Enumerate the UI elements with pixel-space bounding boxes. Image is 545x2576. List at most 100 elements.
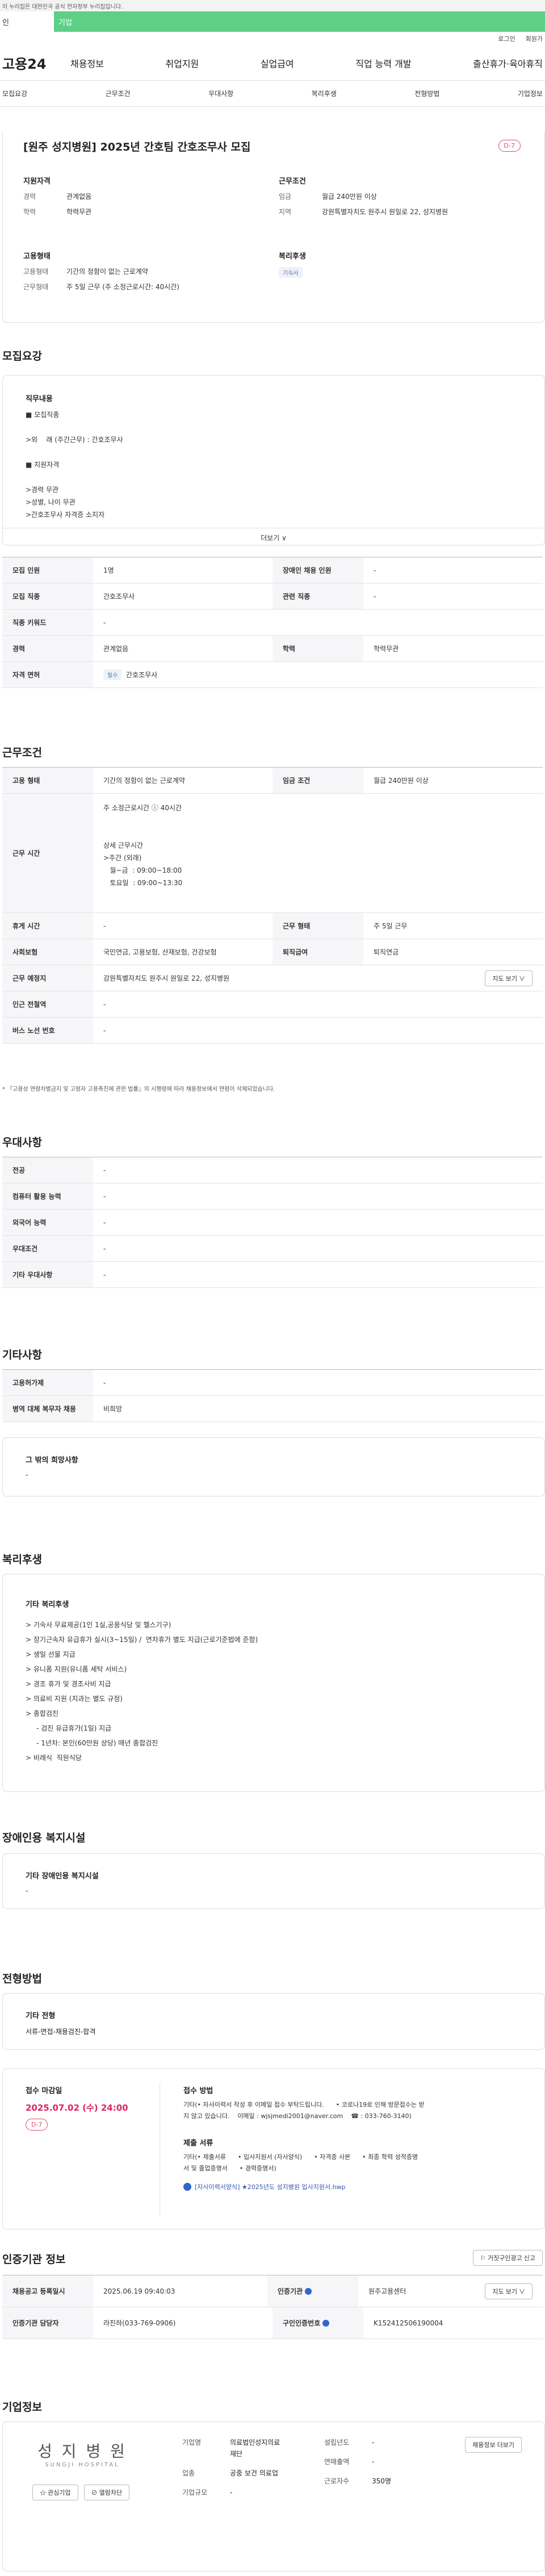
table-row: 고용 형태 기간의 정함이 없는 근로계약 임금 조건 월급 240만원 이상: [2, 768, 543, 794]
company-tab[interactable]: 기업: [54, 11, 545, 32]
company-info-value: -: [372, 2439, 375, 2446]
block-view-button[interactable]: ⊘ 열람차단: [83, 2485, 130, 2500]
select-section-title: 전형방법: [2, 1973, 42, 1985]
company-info-row: 기업명 의료법인성지의료 재단: [182, 2437, 280, 2460]
gnb-jobs[interactable]: 채용정보: [70, 56, 104, 70]
org-value: 원주고용센터: [368, 2287, 406, 2295]
company-info-label: 기업명: [182, 2439, 202, 2446]
table-row: 모집 직종 간호조무사 관련 직종 -: [2, 583, 543, 610]
report-fake-ad-button[interactable]: ⚐ 거짓구인광고 신고: [473, 2250, 543, 2266]
company-info-value: -: [372, 2458, 375, 2466]
emp-shift-label: 근무형태: [23, 283, 49, 291]
work-table: 고용 형태 기간의 정함이 없는 근로계약 임금 조건 월급 240만원 이상 근무…: [2, 767, 543, 1044]
row-value: 2025.06.19 09:40:03: [103, 2287, 175, 2295]
row-label: 관련 직종: [272, 583, 363, 609]
row-label: 채용공고 등록일시: [2, 2275, 93, 2307]
select-sub-title: 기타 전형: [26, 2012, 56, 2020]
cond-wage: 임금 월급 240만원 이상: [279, 191, 529, 201]
table-row: 버스 노선 번호 -: [2, 1018, 543, 1044]
row-value: -: [103, 1378, 106, 1387]
company-info-value: 공중 보건 의료업: [230, 2469, 278, 2477]
cond-region-label: 지역: [279, 208, 292, 216]
row-label: 인근 전철역: [2, 991, 93, 1017]
row-label: 고용 형태: [2, 768, 93, 793]
company-info-label: 근로자수: [324, 2477, 350, 2485]
disabled-value: -: [26, 1887, 28, 1895]
row-label: 모집 직종: [2, 583, 93, 609]
row-value: 비희망: [103, 1405, 123, 1413]
emp-type-value: 기간의 정함이 없는 근로계약: [66, 268, 148, 276]
company-logo-en: SUNGJI HOSPITAL: [45, 2462, 120, 2468]
row-label: 경력: [2, 636, 93, 661]
row-label: 기타 우대사항: [2, 1262, 93, 1287]
row-value: 월급 240만원 이상: [374, 777, 429, 785]
qual-edu-label: 학력: [23, 208, 36, 216]
company-info-value: 350명: [372, 2477, 391, 2485]
section-tabs: 모집요강 근무조건 우대사항 복리후생 전형방법 기업정보: [0, 81, 545, 107]
row-value: -: [374, 592, 376, 601]
deadline-value: 2025.07.02 (수) 24:00: [26, 2103, 128, 2113]
personal-tab[interactable]: 인: [0, 11, 54, 32]
user-type-bar: 인 기업: [0, 11, 545, 32]
info-icon[interactable]: [322, 2319, 330, 2327]
select-card: 기타 전형 서류-면접-채용검진-합격: [2, 1993, 545, 2050]
gnb-unemployment-benefits[interactable]: 실업급여: [261, 56, 294, 70]
more-jobs-button[interactable]: 채용정보 더보기: [465, 2437, 522, 2453]
info-icon[interactable]: [305, 2287, 312, 2295]
recruit-table: 모집 인원 1명 장애인 채용 인원 - 모집 직종 간호조무사 관련 직종 - 직종 …: [2, 557, 543, 688]
government-notice: 이 누리집은 대한민국 공식 전자정부 누리집입니다.: [0, 0, 545, 11]
table-row: 모집 인원 1명 장애인 채용 인원 -: [2, 557, 543, 583]
table-row: 고용허가제 -: [2, 1370, 543, 1396]
tab-company[interactable]: 기업정보: [518, 89, 543, 98]
table-row: 우대조건 -: [2, 1236, 543, 1262]
conditions-title: 근무조건: [279, 177, 306, 186]
company-info-value: 의료법인성지의료 재단: [230, 2439, 280, 2458]
table-row: 병역 대체 복무자 채용 비희망: [2, 1396, 543, 1422]
attachment-link[interactable]: [자사이력서양식] ★2025년도 성지병원 입사지원서.hwp: [183, 2182, 346, 2191]
tab-recruit[interactable]: 모집요강: [2, 89, 27, 98]
row-label: 인증기관 담당자: [2, 2307, 93, 2339]
row-value: 주 5일 근무: [374, 922, 408, 930]
tab-preferences[interactable]: 우대사항: [208, 89, 233, 98]
company-info-row: 연매출액 -: [324, 2456, 391, 2467]
gnb-employment-support[interactable]: 취업지원: [165, 56, 199, 70]
row-label: 외국어 능력: [2, 1210, 93, 1235]
duty-title: 직무내용: [26, 395, 53, 403]
welfare-text: > 기숙사 무료제공(1인 1실,공용식당 및 헬스기구) > 장기근속자 유급…: [26, 1621, 258, 1762]
gnb-skills-development[interactable]: 직업 능력 개발: [355, 56, 412, 70]
agency-map-button[interactable]: 지도 보기 ∨: [485, 2283, 533, 2299]
row-label: 사회보험: [2, 939, 93, 965]
row-value: 퇴직연금: [374, 948, 399, 956]
cond-wage-label: 임금: [279, 193, 292, 201]
row-value: -: [103, 1218, 106, 1227]
map-view-button[interactable]: 지도 보기 ∨: [485, 970, 533, 986]
gnb-parental-leave[interactable]: 출산휴가·육아휴직: [473, 56, 543, 70]
row-label: 병역 대체 복무자 채용: [2, 1396, 93, 1422]
qual-career: 경력 관계없음: [23, 191, 262, 201]
signup-link[interactable]: 회원가: [526, 34, 543, 43]
table-row: 컴퓨터 활용 능력 -: [2, 1183, 543, 1210]
disabled-section-title: 장애인용 복지시설: [2, 1832, 86, 1844]
login-link[interactable]: 로그인: [498, 34, 515, 43]
table-row: 근무 시간 주 소정근로시간 ⓘ 40시간 상세 근무시간 >주간 (외래) 월…: [2, 794, 543, 913]
tab-selection[interactable]: 전형방법: [414, 89, 439, 98]
other-wishes-value: -: [26, 1471, 28, 1479]
work-section-title: 근무조건: [2, 747, 42, 759]
report-button-label: 거짓구인광고 신고: [487, 2255, 535, 2262]
interest-company-button[interactable]: ☆ 관심기업: [32, 2485, 78, 2500]
tab-work-conditions[interactable]: 근무조건: [106, 89, 131, 98]
welfare-card: 기타 복리후생 > 기숙사 무료제공(1인 1실,공용식당 및 헬스기구) > …: [2, 1574, 545, 1792]
row-value: -: [103, 1244, 106, 1253]
more-button[interactable]: 더보기 ∨: [3, 528, 544, 543]
table-row: 인증기관 담당자 라진하(033-769-0906) 구인인증번호 K152412…: [2, 2307, 543, 2339]
table-row: 인근 전철역 -: [2, 991, 543, 1018]
row-value: 1명: [103, 566, 114, 574]
util-bar: 로그인 회원가: [0, 32, 545, 45]
row-label: 구인인증번호: [283, 2319, 321, 2327]
row-value: K152412506190004: [374, 2319, 443, 2327]
table-row: 사회보험 국민연금, 고용보험, 산재보험, 건강보험 퇴직급여 퇴직연금: [2, 939, 543, 965]
tab-welfare[interactable]: 복리후생: [312, 89, 337, 98]
site-logo[interactable]: 고용24: [0, 53, 70, 73]
age-notice: * 『고용상 연령차별금지 및 고령자 고용촉진에 관한 법률』의 시행령에 따…: [2, 1086, 275, 1093]
row-label: 임금 조건: [272, 768, 363, 793]
